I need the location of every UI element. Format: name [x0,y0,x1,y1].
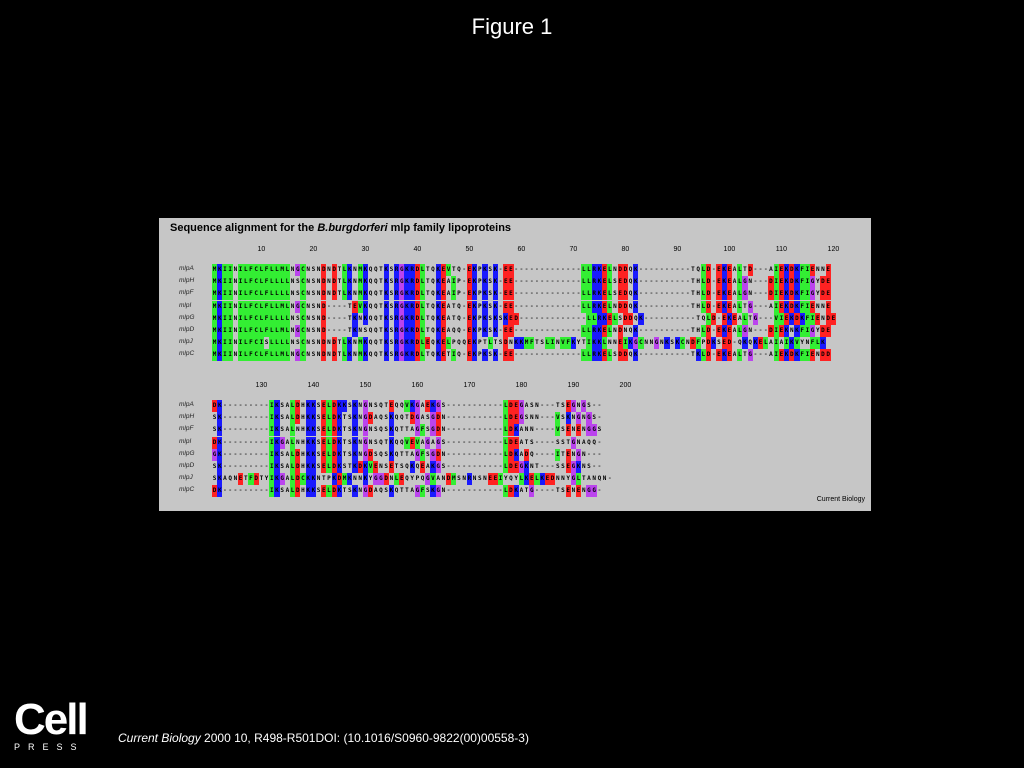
position-tick: 160 [411,382,424,389]
sequence-row: mlpD M K I I N I L F C L F L L M L N G C N S N D - - - - T K N S Q Q T K S R… [159,325,871,337]
position-tick: 200 [619,382,632,389]
residue-cell: E [825,276,831,289]
sequence-row: mlpI D K - - - - - - - - - I K G A L N H K K S E L D K T S K N G N S Q T K Q… [159,436,871,449]
position-tick: 60 [517,246,526,253]
sequence-row: mlpJ M K I I N I L F C I S L L L L N S C N S N D N D T L K N M K Q Q T K S R… [159,337,871,350]
sequence-row: mlpD S K - - - - - - - - - I K S A L D H K K S E L D K S T K D K V E N S E T… [159,461,871,473]
residue-cell: - [597,414,602,422]
position-tick: 130 [255,382,268,389]
position-ruler: 130 140 150 160 170 180 190 200 [159,382,871,392]
sequence-row: mlpI M K I I N I L F C L F L L M L N G C N S N D - - - - T E V K Q Q T K S R… [159,300,871,313]
residue-cell: E [825,288,831,301]
sequence-label: mlpD [179,326,195,333]
position-tick: 80 [621,246,630,253]
cell-press-logo: Cell PRESS [14,695,89,753]
position-tick: 40 [413,246,422,253]
position-tick: 20 [309,246,318,253]
sequence-label: mlpC [179,350,195,358]
heading-suffix: mlp family lipoproteins [387,222,512,234]
residue-cell: - [597,450,602,458]
sequence-label: mlpF [179,425,194,433]
sequence-label: mlpA [179,401,194,408]
citation-details: 2000 10, R498-R501DOI: (10.1016/S0960-98… [200,731,529,745]
heading-species: B.burgdorferi [317,222,388,234]
sequence-row: mlpG G K - - - - - - - - - I K S A L D H K K S E L D K T S K N G D S Q S K Q… [159,448,871,461]
position-tick: 30 [361,246,370,253]
sequence-row: mlpH M K I I N I L F C L F L L L L N S C N S N D N D T L K N M K Q Q T K S R… [159,276,871,289]
position-tick: 50 [465,246,474,253]
sequence-row: mlpC M K I I N I L F C L F L L M L N G C N S N D N D T L K N M K Q Q T K S R… [159,349,871,362]
heading-prefix: Sequence alignment for the [170,222,318,234]
sequence-label: mlpJ [179,474,193,482]
sequence-label: mlpI [179,301,192,309]
sequence-row: mlpH S K - - - - - - - - - I K S A L D H K K S E L D K T S K N G D A Q S K Q… [159,412,871,425]
sequence-row: mlpC D K - - - - - - - - - I K S A L D H K K S E L D K T S K N G D A Q S K Q… [159,485,871,498]
sequence-label: mlpI [179,437,192,445]
position-tick: 10 [257,246,266,253]
position-tick: 90 [673,246,682,253]
position-ruler: 10 20 30 40 50 60 70 80 90 100 110 120 [159,246,871,256]
figure-heading: Sequence alignment for the B.burgdorferi… [170,222,511,234]
position-tick: 180 [515,382,528,389]
sequence-label: mlpC [179,486,195,494]
residue-cell: - [597,402,602,409]
citation: Current Biology 2000 10, R498-R501DOI: (… [118,731,529,745]
sequence-label: mlpH [179,413,195,421]
sequence-label: mlpD [179,462,195,469]
position-tick: 120 [827,246,840,253]
sequence-row: mlpA M K I I N I L F C L F L L M L N G C N S N D N D T L K N M K Q Q T K S R… [159,264,871,276]
logo-word: Cell [14,695,89,744]
residue-cell: D [825,349,831,362]
residue-cell: K [820,337,826,350]
figure-title: Figure 1 [471,14,553,39]
residue-cell: S [597,426,602,434]
position-tick: 110 [775,246,787,253]
residue-cell: - [607,475,612,483]
position-tick: 70 [569,246,578,253]
residue-cell: E [825,300,831,313]
sequence-row: mlpG M K I I N I L F C L F L L L L N S C N S N D - - - - T K N K Q Q T K S R… [159,312,871,325]
residue-cell: E [825,264,831,276]
position-tick: 190 [567,382,580,389]
sequence-row: mlpA D K - - - - - - - - - I K S A L D H K K S E L D K K S K N G N S Q T E Q… [159,400,871,412]
residue-cell: - [597,487,602,495]
sequence-label: mlpH [179,277,195,285]
sequence-label: mlpF [179,289,194,297]
sequence-label: mlpJ [179,338,193,346]
position-tick: 170 [463,382,476,389]
position-tick: 150 [359,382,372,389]
figure-credit: Current Biology [816,496,865,503]
journal-name: Current Biology [118,731,201,745]
residue-cell: - [597,438,602,446]
position-tick: 140 [307,382,320,389]
sequence-row: mlpJ S K A Q N E T F D T Y I K G A L D C K K N T P K D M K N N K Y G G D N L… [159,473,871,486]
sequence-label: mlpA [179,265,194,272]
logo-press: PRESS [14,742,85,752]
residue-cell: - [597,463,602,470]
position-tick: 100 [723,246,736,253]
residue-cell: E [825,325,831,337]
sequence-label: mlpG [179,449,195,457]
sequence-row: mlpF S K - - - - - - - - - I K S A L N H K K S E L D K T S K N G N S Q S K Q… [159,424,871,437]
sequence-row: mlpF M K I I N I L F C L F L L L L N S C N S N D N D T L K N M K Q Q T K S R… [159,288,871,301]
alignment-figure: Sequence alignment for the B.burgdorferi… [159,218,871,511]
sequence-label: mlpG [179,313,195,321]
residue-cell: E [830,312,836,325]
